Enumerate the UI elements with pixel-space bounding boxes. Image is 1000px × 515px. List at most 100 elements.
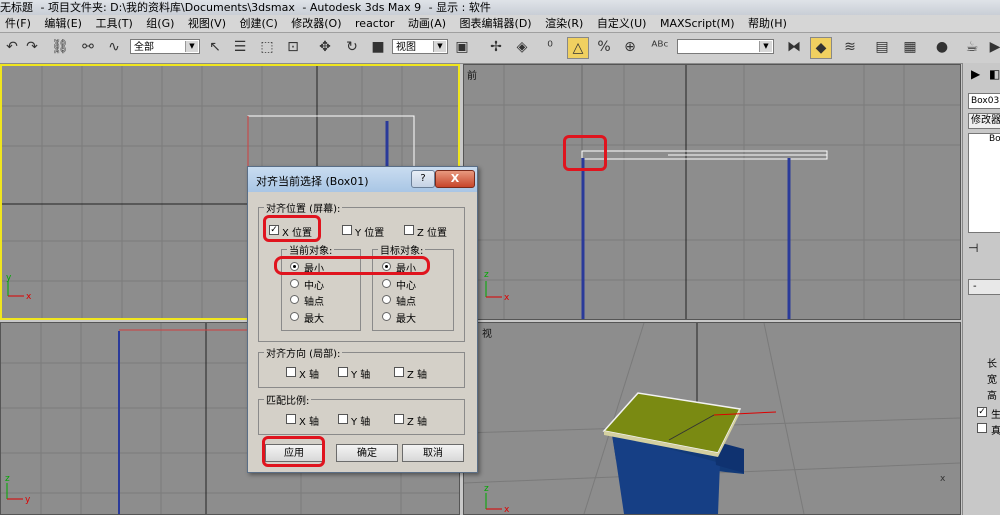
select-link-icon[interactable]: ⛓	[50, 37, 70, 57]
svg-text:z: z	[5, 474, 10, 484]
target-pivot-radio[interactable]	[382, 295, 391, 304]
menu-rendering[interactable]: 渲染(R)	[540, 15, 588, 32]
rect-selection-icon[interactable]: ⬚	[257, 37, 277, 57]
bind-space-warp-icon[interactable]: ∿	[104, 37, 124, 57]
chevron-down-icon: ▼	[185, 41, 198, 52]
svg-text:z: z	[484, 484, 489, 494]
current-max-label: 最大	[304, 314, 324, 325]
help-button[interactable]: ?	[411, 170, 435, 188]
orient-x-axis-checkbox[interactable]	[286, 367, 296, 377]
close-button[interactable]: X	[435, 170, 475, 188]
current-min-radio[interactable]	[290, 262, 299, 271]
render-setup-icon[interactable]: ☕	[962, 37, 982, 57]
edit-named-selection-icon[interactable]: ᴬᴮᶜ	[650, 37, 670, 57]
target-object-group-label: 目标对象:	[378, 242, 426, 257]
y-position-checkbox[interactable]	[342, 225, 352, 235]
snap-toggle-icon[interactable]: ⁰	[540, 37, 560, 57]
orient-y-axis-label: Y 轴	[351, 370, 371, 381]
match-scale-group-label: 匹配比例:	[264, 392, 312, 407]
current-max-radio[interactable]	[290, 312, 299, 321]
pivot-center-icon[interactable]: ▣	[452, 37, 472, 57]
material-editor-icon[interactable]: ●	[932, 37, 952, 57]
align-icon[interactable]: ◆	[810, 37, 832, 59]
scale-z-axis-checkbox[interactable]	[394, 414, 404, 424]
generate-mapping-label: 生	[991, 410, 1000, 421]
dialog-title-bar[interactable]: 对齐当前选择 (Box01) ? X	[248, 167, 477, 192]
viewport-front-label[interactable]: 前	[467, 67, 477, 82]
viewport-front[interactable]: z x 前	[463, 64, 961, 320]
orient-y-axis-checkbox[interactable]	[338, 367, 348, 377]
real-world-checkbox[interactable]	[977, 423, 987, 433]
undo-icon[interactable]: ↶	[2, 37, 22, 57]
spinner-snap-icon[interactable]: ⊕	[620, 37, 640, 57]
target-min-radio[interactable]	[382, 262, 391, 271]
z-position-checkbox[interactable]	[404, 225, 414, 235]
target-center-radio[interactable]	[382, 279, 391, 288]
stack-item-box[interactable]: Bo	[989, 134, 1000, 144]
y-position-label: Y 位置	[355, 228, 385, 239]
scale-x-axis-label: X 轴	[299, 417, 320, 428]
move-icon[interactable]: ✥	[315, 37, 335, 57]
menu-create[interactable]: 创建(C)	[235, 15, 283, 32]
menu-edit[interactable]: 编辑(E)	[39, 15, 87, 32]
angle-snap-icon[interactable]: △	[567, 37, 589, 59]
manipulate-icon[interactable]: ✢	[486, 37, 506, 57]
viewport-front-canvas: z x	[464, 65, 960, 319]
reference-coord-dropdown[interactable]: 视图 ▼	[392, 39, 448, 54]
menu-file[interactable]: 件(F)	[0, 15, 36, 32]
project-folder: - 项目文件夹: D:\我的资料库\Documents\3dsmax	[40, 1, 295, 14]
window-crossing-icon[interactable]: ⊡	[283, 37, 303, 57]
unlink-icon[interactable]: ⚯	[78, 37, 98, 57]
menu-reactor[interactable]: reactor	[350, 15, 399, 32]
redo-icon[interactable]: ↷	[22, 37, 42, 57]
schematic-view-icon[interactable]: ▦	[900, 37, 920, 57]
create-tab-icon[interactable]: ▶	[971, 67, 980, 81]
viewport-perspective[interactable]: x z x 视	[463, 322, 961, 515]
keyboard-shortcut-icon[interactable]: ◈	[512, 37, 532, 57]
rotate-icon[interactable]: ↻	[342, 37, 362, 57]
cancel-button[interactable]: 取消	[402, 444, 464, 462]
menu-bar: 件(F) 编辑(E) 工具(T) 组(G) 视图(V) 创建(C) 修改器(O)…	[0, 15, 1000, 33]
viewport-perspective-label[interactable]: 视	[482, 325, 492, 340]
svg-text:y: y	[25, 495, 31, 505]
current-pivot-radio[interactable]	[290, 295, 299, 304]
curve-editor-icon[interactable]: ▤	[872, 37, 892, 57]
select-by-name-icon[interactable]: ☰	[230, 37, 250, 57]
scale-x-axis-checkbox[interactable]	[286, 414, 296, 424]
current-center-radio[interactable]	[290, 279, 299, 288]
menu-maxscript[interactable]: MAXScript(M)	[655, 15, 740, 32]
modify-tab-icon[interactable]: ◧	[989, 67, 1000, 81]
menu-customize[interactable]: 自定义(U)	[592, 15, 652, 32]
parameters-rollout-header[interactable]: -	[968, 279, 1000, 295]
percent-snap-icon[interactable]: %	[594, 37, 614, 57]
chevron-down-icon: ▼	[759, 41, 772, 52]
length-label: 长	[987, 359, 997, 370]
menu-modifiers[interactable]: 修改器(O)	[286, 15, 346, 32]
menu-animation[interactable]: 动画(A)	[403, 15, 451, 32]
mirror-icon[interactable]: ⧓	[784, 37, 804, 57]
menu-help[interactable]: 帮助(H)	[743, 15, 792, 32]
object-name-field[interactable]: Box03	[968, 93, 1000, 109]
selection-filter-dropdown[interactable]: 全部 ▼	[130, 39, 200, 54]
align-orientation-group-label: 对齐方向 (局部):	[264, 345, 343, 360]
quick-render-icon[interactable]: ▶	[985, 37, 1000, 57]
orient-z-axis-checkbox[interactable]	[394, 367, 404, 377]
menu-graph-editors[interactable]: 图表编辑器(D)	[455, 15, 537, 32]
menu-group[interactable]: 组(G)	[141, 15, 179, 32]
pin-stack-icon[interactable]: ⊣	[968, 241, 978, 255]
modifier-list-dropdown[interactable]: 修改器	[968, 113, 1000, 129]
modifier-stack[interactable]: Bo	[968, 133, 1000, 233]
layer-manager-icon[interactable]: ≋	[840, 37, 860, 57]
width-label: 宽	[987, 375, 997, 386]
menu-views[interactable]: 视图(V)	[183, 15, 231, 32]
menu-tools[interactable]: 工具(T)	[90, 15, 137, 32]
ok-button[interactable]: 确定	[336, 444, 398, 462]
generate-mapping-checkbox[interactable]: ✓	[977, 407, 987, 417]
x-position-checkbox[interactable]: ✓	[269, 225, 279, 235]
scale-y-axis-checkbox[interactable]	[338, 414, 348, 424]
select-object-icon[interactable]: ↖	[205, 37, 225, 57]
apply-button[interactable]: 应用	[265, 444, 323, 462]
named-selection-dropdown[interactable]: ▼	[677, 39, 774, 54]
scale-icon[interactable]: ■	[368, 37, 388, 57]
target-max-radio[interactable]	[382, 312, 391, 321]
